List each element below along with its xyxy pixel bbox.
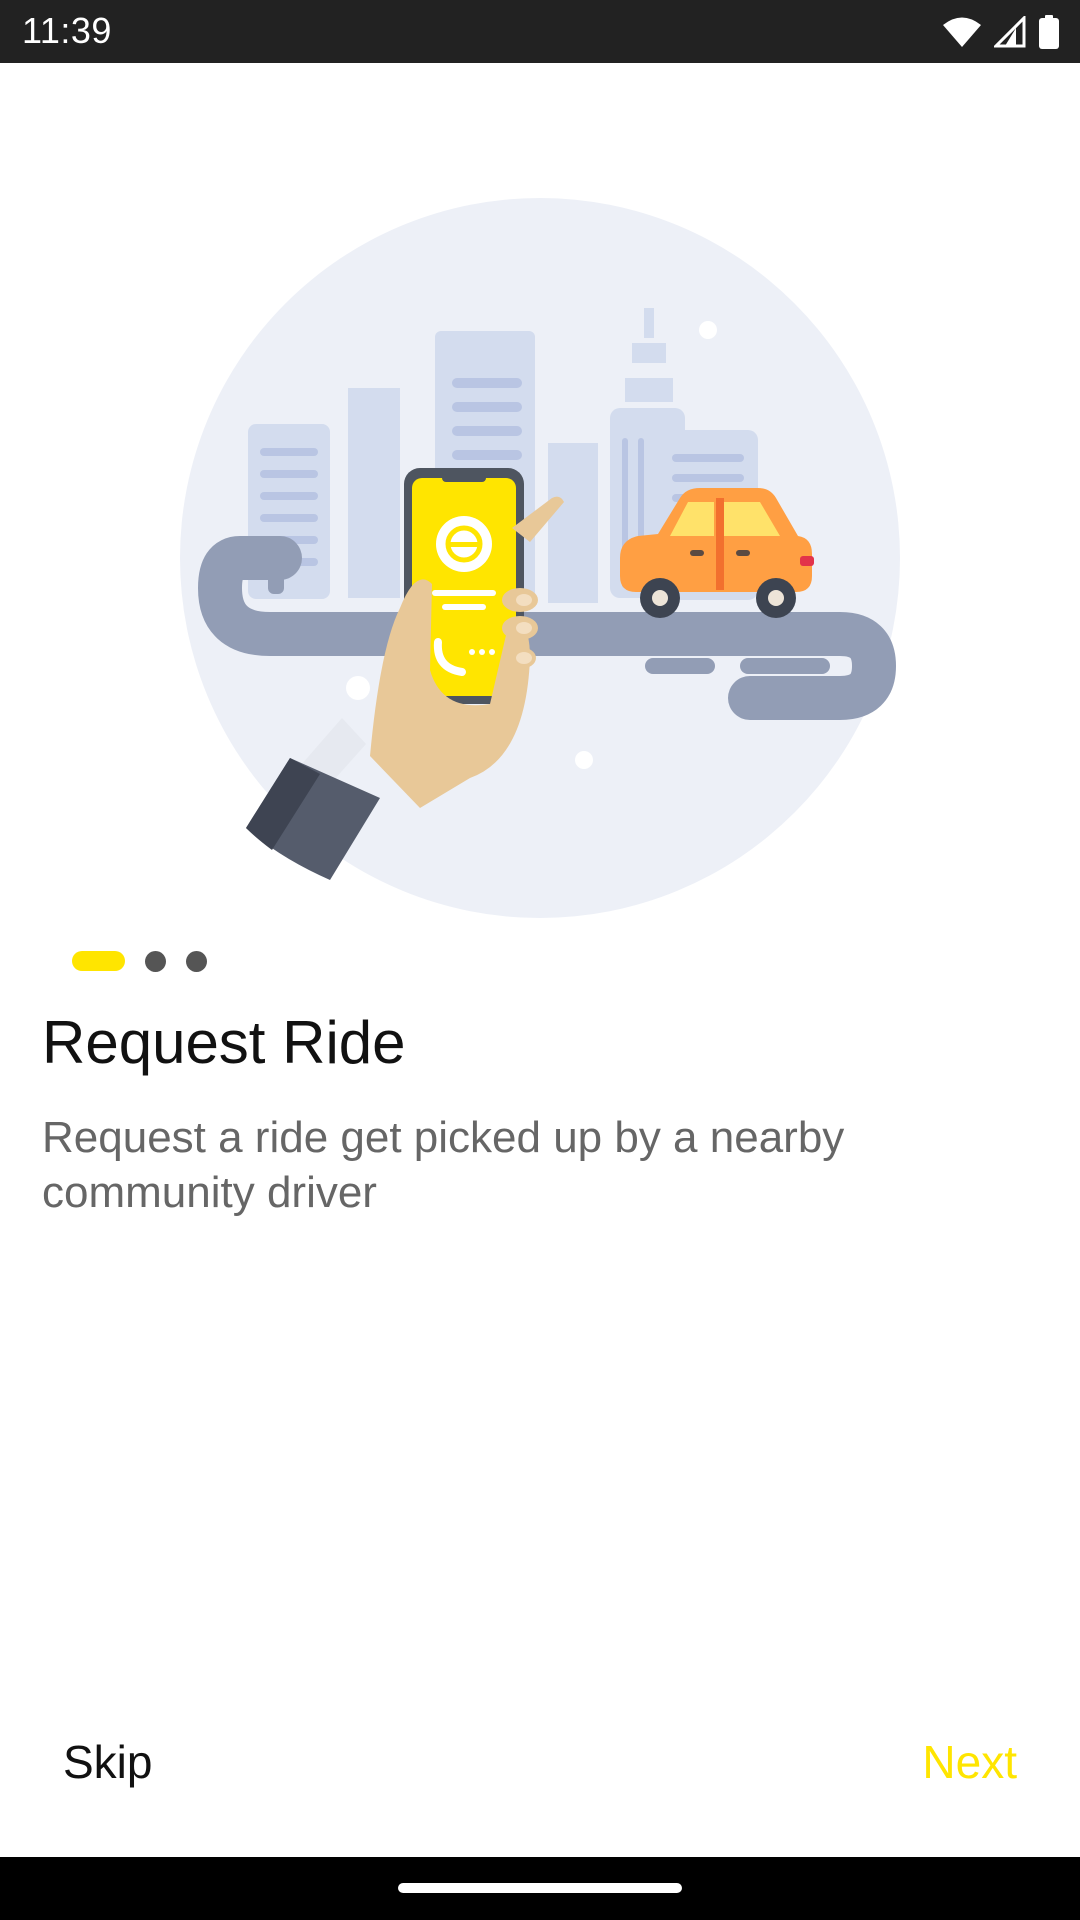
status-icons (942, 12, 1060, 52)
page-dot-active (72, 951, 125, 971)
page-indicator (72, 950, 207, 972)
battery-icon (1038, 15, 1060, 49)
navigation-bar (0, 1857, 1080, 1920)
onboarding-description: Request a ride get picked up by a nearby… (42, 1113, 845, 1217)
onboarding-title: Request Ride (42, 1009, 406, 1076)
page-dot (186, 950, 207, 972)
home-indicator[interactable] (398, 1883, 682, 1893)
page-dot (145, 950, 166, 972)
wifi-icon (942, 16, 982, 48)
skip-button[interactable]: Skip (63, 1735, 152, 1789)
request-ride-illustration (180, 198, 900, 918)
onboarding-screen: 11:39 Request Ride Request a ride get pi… (0, 0, 1080, 1920)
cell-signal-icon (994, 16, 1026, 48)
status-time: 11:39 (22, 10, 112, 51)
status-bar: 11:39 (0, 0, 1080, 63)
next-button[interactable]: Next (922, 1735, 1017, 1789)
